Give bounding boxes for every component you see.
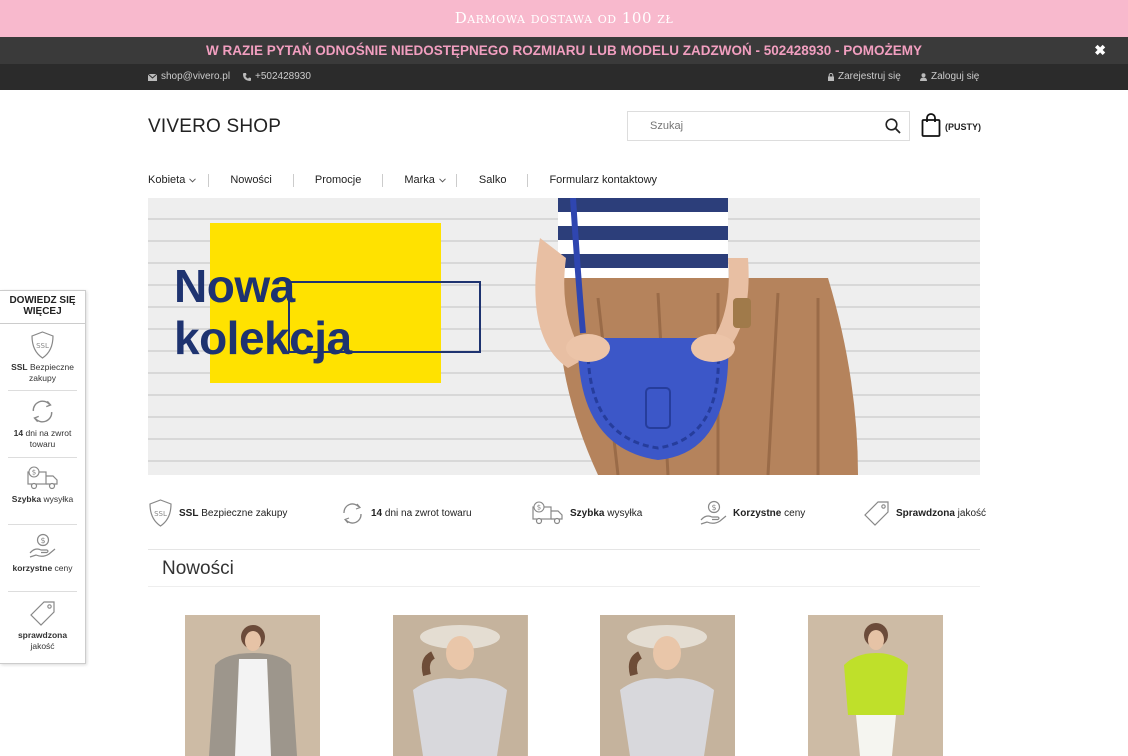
- return-arrows-icon: [32, 400, 53, 423]
- search-button[interactable]: [885, 118, 901, 139]
- feature-text: Korzystne ceny: [733, 507, 806, 519]
- feature-shipping: $ Szybka wysyłka: [532, 498, 642, 528]
- cart-label: (PUSTY): [945, 122, 981, 132]
- hand-money-icon: $: [29, 533, 56, 558]
- login-text: Zaloguj się: [931, 71, 980, 82]
- register-text: Zarejestruj się: [838, 71, 901, 82]
- hero-title-line1: Nowa: [174, 260, 295, 312]
- nav-item-promocje[interactable]: Promocje: [315, 174, 361, 186]
- top-contact-bar: shop@vivero.pl +502428930 Zarejestruj si…: [0, 64, 1128, 90]
- nav-label: Promocje: [314, 174, 362, 186]
- chevron-down-icon: [189, 177, 197, 183]
- svg-text:$: $: [40, 536, 45, 545]
- envelope-icon: [148, 73, 157, 81]
- price-tag-icon: [864, 501, 889, 526]
- chevron-down-icon: [439, 177, 446, 183]
- product-image: [600, 615, 735, 756]
- product-image: [393, 615, 527, 756]
- return-arrows-icon: [343, 502, 362, 524]
- nav-label: Marka: [404, 174, 435, 186]
- nav-item-formularz-kontaktowy[interactable]: Formularz kontaktowy: [549, 174, 657, 186]
- nav-item-marka[interactable]: Marka: [404, 174, 446, 186]
- user-icon: [920, 73, 927, 81]
- search-box: [627, 111, 910, 141]
- delivery-truck-icon: $: [532, 501, 563, 525]
- product-card[interactable]: [600, 615, 735, 756]
- shopping-bag-icon: [921, 113, 941, 137]
- hand-money-icon: $: [700, 500, 727, 525]
- hero-title: Nowa kolekcja: [174, 260, 352, 364]
- main-nav: Kobieta Nowości Promocje Marka Salko For…: [148, 170, 657, 190]
- hero-title-line2: kolekcja: [174, 312, 352, 364]
- cart-button[interactable]: (PUSTY): [921, 113, 981, 137]
- email-text: shop@vivero.pl: [161, 71, 231, 82]
- alert-bar: W RAZIE PYTAŃ ODNOŚNIE NIEDOSTĘPNEGO ROZ…: [0, 37, 1128, 64]
- svg-text:$: $: [31, 469, 35, 477]
- nav-label: Salko: [478, 174, 507, 186]
- svg-text:SSL: SSL: [154, 510, 167, 518]
- section-divider: [148, 586, 980, 587]
- sidebar-item-ssl: SSL SSL Bezpieczne zakupy: [8, 324, 77, 391]
- phone-text: +502428930: [255, 71, 311, 82]
- nav-divider: [527, 173, 529, 187]
- feature-text: Sprawdzona jakość: [896, 507, 987, 519]
- feature-prices: $ Korzystne ceny: [700, 498, 805, 528]
- svg-text:$: $: [537, 504, 541, 512]
- register-link[interactable]: Zarejestruj się: [828, 64, 901, 90]
- nav-label: Nowości: [230, 174, 272, 186]
- search-icon: [885, 118, 901, 134]
- product-card[interactable]: [185, 615, 320, 756]
- lock-icon: [828, 73, 834, 81]
- product-card[interactable]: [808, 615, 943, 756]
- section-title: Nowości: [162, 558, 234, 579]
- feature-ssl: SSL SSL Bezpieczne zakupy: [148, 498, 287, 528]
- ssl-shield-icon: SSL: [31, 331, 54, 359]
- feature-text: Szybka wysyłka: [570, 507, 643, 519]
- sidebar-item-quality: sprawdzona jakość: [8, 592, 77, 659]
- feature-returns: 14 dni na zwrot towaru: [340, 498, 472, 528]
- section-divider: [148, 549, 980, 550]
- promo-banner: Darmowa dostawa od 100 zł: [0, 0, 1128, 37]
- feature-quality: Sprawdzona jakość: [864, 498, 986, 528]
- nav-divider: [382, 173, 384, 187]
- svg-text:$: $: [711, 503, 716, 512]
- feature-text: SSL Bezpieczne zakupy: [179, 507, 288, 519]
- feature-text: 14 dni na zwrot towaru: [371, 507, 472, 519]
- price-tag-icon: [29, 601, 55, 626]
- product-image: [808, 615, 943, 756]
- nav-divider: [292, 173, 294, 187]
- site-logo[interactable]: VIVERO SHOP: [148, 116, 281, 138]
- ssl-shield-icon: SSL: [149, 499, 172, 527]
- login-link[interactable]: Zaloguj się: [920, 64, 979, 90]
- nav-item-salko[interactable]: Salko: [479, 174, 507, 186]
- sidebar-title: DOWIEDZ SIĘ WIĘCEJ: [0, 291, 85, 324]
- close-icon[interactable]: ✖: [1094, 37, 1106, 64]
- alert-text: W RAZIE PYTAŃ ODNOŚNIE NIEDOSTĘPNEGO ROZ…: [205, 43, 923, 58]
- search-input[interactable]: [628, 112, 868, 140]
- features-row: SSL SSL Bezpieczne zakupy 14 dni na zwro…: [148, 498, 986, 528]
- delivery-truck-icon: $: [26, 466, 58, 490]
- nav-item-nowosci[interactable]: Nowości: [230, 174, 272, 186]
- product-card[interactable]: [393, 615, 528, 756]
- nav-item-kobieta[interactable]: Kobieta: [148, 174, 197, 186]
- product-image: [185, 615, 320, 756]
- nav-divider: [208, 173, 210, 187]
- nav-label: Formularz kontaktowy: [549, 174, 658, 186]
- sidebar-item-prices: $ korzystne ceny: [8, 525, 77, 592]
- sidebar-item-returns: 14 dni na zwrot towaru: [8, 391, 77, 458]
- hero-banner[interactable]: Nowa kolekcja: [148, 198, 980, 475]
- hero-model-image: [535, 198, 858, 475]
- promo-text: Darmowa dostawa od 100 zł: [454, 9, 674, 27]
- nav-label: Kobieta: [148, 174, 186, 186]
- svg-text:SSL: SSL: [36, 342, 49, 350]
- sidebar-item-shipping: $ Szybka wysyłka: [8, 458, 77, 525]
- phone-icon: [243, 73, 251, 81]
- phone-link[interactable]: +502428930: [243, 64, 311, 90]
- nav-divider: [455, 173, 457, 187]
- email-link[interactable]: shop@vivero.pl: [148, 64, 230, 90]
- info-sidebar: DOWIEDZ SIĘ WIĘCEJ SSL SSL Bezpieczne za…: [0, 290, 86, 664]
